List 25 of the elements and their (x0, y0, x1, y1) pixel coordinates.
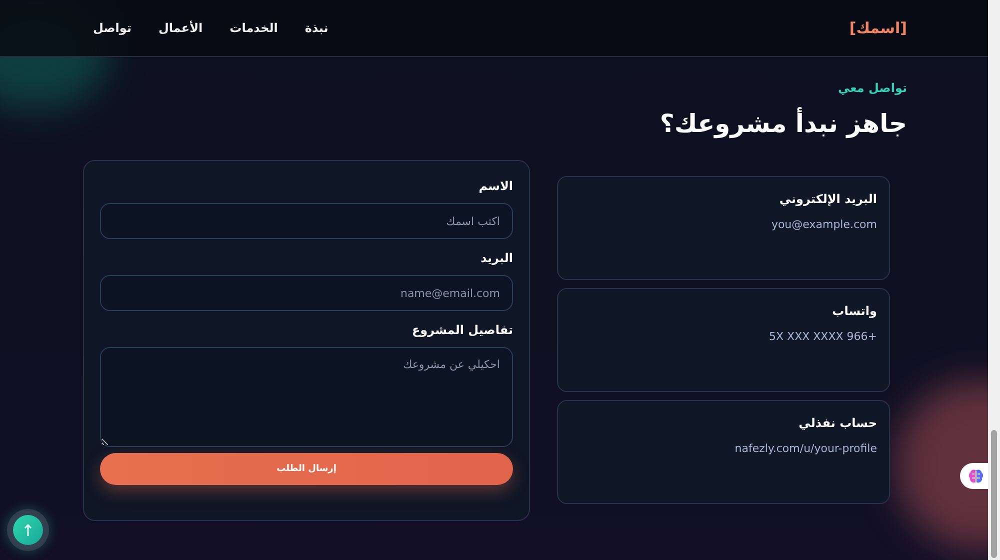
nav-link[interactable]: نبذة (304, 21, 328, 35)
scrollbar[interactable] (988, 0, 1000, 560)
card-title: واتساب (832, 304, 877, 318)
textarea-field[interactable]: احكيلي عن مشروعك (100, 347, 513, 447)
card-title: حساب نفذلي (798, 416, 877, 430)
input-field[interactable]: اكتب اسمك (100, 203, 513, 239)
scrollbar-thumb[interactable] (991, 430, 997, 558)
field-label: تفاصيل المشروع (412, 323, 513, 337)
scroll-top-button[interactable] (13, 515, 43, 545)
section-kicker: تواصل معي (837, 81, 907, 95)
input-field[interactable]: name@email.com (100, 275, 513, 311)
brain-icon (968, 468, 984, 484)
card-title: البريد الإلكتروني (779, 192, 877, 206)
nav-link[interactable]: الأعمال (158, 21, 203, 35)
nav-link[interactable]: تواصل (93, 21, 132, 35)
field-label: البريد (480, 251, 513, 265)
section-heading: جاهز نبدأ مشروعك؟ (658, 109, 907, 138)
card-value: you@example.com (771, 218, 877, 231)
field-label: الاسم (478, 179, 513, 193)
arrow-up-icon (24, 523, 32, 537)
nav-link[interactable]: الخدمات (230, 21, 278, 35)
logo[interactable]: [اسمك] (849, 19, 907, 37)
card-value: 5X XXX XXXX 966+ (769, 330, 877, 343)
assistant-button[interactable] (960, 463, 988, 489)
card-value: nafezly.com/u/your-profile (734, 442, 877, 455)
